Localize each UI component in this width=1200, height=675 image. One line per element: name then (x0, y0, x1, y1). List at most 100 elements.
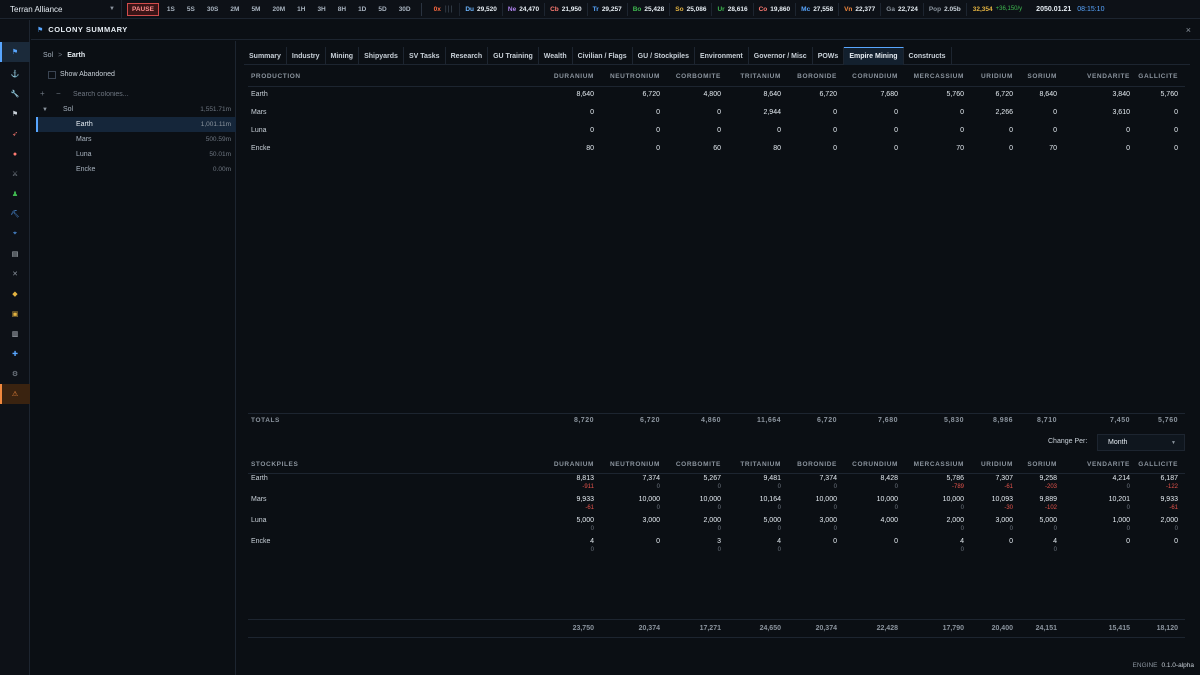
tab-governor-misc[interactable]: Governor / Misc (749, 47, 813, 65)
crossed-swords-icon[interactable]: ✕ (9, 268, 21, 280)
warning-icon[interactable]: ⚠ (9, 388, 21, 400)
column-header-mercassium: MERCASSIUM (913, 73, 964, 80)
breadcrumb-root[interactable]: Sol (43, 52, 53, 59)
tag-icon[interactable]: ◆ (9, 288, 21, 300)
remove-colony-button[interactable]: − (56, 89, 61, 98)
resource-abbr: Du (465, 5, 474, 13)
tab-constructs[interactable]: Constructs (904, 47, 952, 65)
pause-button[interactable]: PAUSE (127, 2, 159, 16)
delta-cell: -30 (1004, 505, 1013, 511)
gear-icon[interactable]: ⚙ (9, 368, 21, 380)
chevron-down-icon: ▼ (109, 6, 115, 12)
pickaxe-icon[interactable]: ⛏ (9, 208, 21, 220)
tab-civilian-flags[interactable]: Civilian / Flags (573, 47, 633, 65)
table-cell: 5,267 (703, 475, 721, 482)
delta-cell: 0 (717, 547, 721, 553)
table-row: Encke 4 0 0 3 0 4 0 0 0 4 0 0 4 0 0 0 (248, 538, 1185, 558)
row-label: Earth (251, 91, 268, 98)
delta-cell: 0 (777, 547, 781, 553)
tab-research[interactable]: Research (446, 47, 489, 65)
show-abandoned-checkbox[interactable] (48, 71, 56, 79)
speed-button-1d[interactable]: 1D (352, 3, 372, 16)
speed-button-1h[interactable]: 1H (291, 3, 311, 16)
divider (248, 86, 1185, 87)
speed-button-8h[interactable]: 8H (332, 3, 352, 16)
table-cell: 9,933 (576, 496, 594, 503)
divider (248, 619, 1185, 620)
column-header-sorium: SORIUM (1027, 461, 1057, 468)
speed-button-30d[interactable]: 30D (393, 3, 417, 16)
speed-button-5s[interactable]: 5S (181, 3, 201, 16)
resource-tr: Tr 29,257 (586, 2, 627, 16)
table-cell: 0 (1174, 109, 1178, 116)
resource-value: 22,724 (897, 5, 918, 13)
change-per-select[interactable]: Month ▼ (1097, 434, 1185, 451)
close-icon[interactable]: × (1186, 25, 1191, 35)
flag-small-icon[interactable]: ⚑ (9, 108, 21, 120)
resource-abbr: Vn (844, 5, 853, 13)
delta-cell: 0 (833, 484, 837, 490)
speed-button-2m[interactable]: 2M (224, 3, 245, 16)
anchor-icon[interactable]: ⚓ (9, 68, 21, 80)
expand-arrow-icon[interactable]: ▼ (42, 107, 48, 113)
tab-industry[interactable]: Industry (287, 47, 326, 65)
column-header-gallicite: GALLICITE (1138, 73, 1178, 80)
column-header-corbomite: CORBOMITE (675, 73, 721, 80)
table-cell: 9,889 (1039, 496, 1057, 503)
total-cell: 22,428 (876, 625, 898, 632)
colony-row-mars[interactable]: Mars 500.59m (36, 132, 236, 147)
swords-icon[interactable]: ⚔ (9, 168, 21, 180)
engine-label: ENGINE (1132, 662, 1158, 669)
tab-mining[interactable]: Mining (326, 47, 360, 65)
table-cell: 4,000 (880, 517, 898, 524)
flag-icon[interactable]: ⚑ (9, 46, 21, 58)
clipboard-icon[interactable]: ▤ (9, 248, 21, 260)
faction-name: Terran Alliance (10, 4, 63, 14)
speed-button-30s[interactable]: 30S (201, 3, 225, 16)
colony-row-earth[interactable]: Earth 1,001.11m (36, 117, 236, 132)
system-row-sol[interactable]: ▼ Sol 1,551.71m (36, 102, 236, 117)
tab-gu-training[interactable]: GU Training (488, 47, 539, 65)
resource-cb: Cb 21,950 (544, 2, 587, 16)
table-row: Earth 8,640 6,720 4,800 8,640 6,720 7,680 5,760… (248, 91, 1185, 104)
table-cell: 2,000 (946, 517, 964, 524)
box-icon[interactable]: ▣ (9, 308, 21, 320)
table-cell: 4,214 (1112, 475, 1130, 482)
colony-population: 500.59m (205, 136, 231, 143)
tab-environment[interactable]: Environment (695, 47, 749, 65)
tools-icon[interactable]: ✚ (9, 348, 21, 360)
wrench-icon[interactable]: 🔧 (9, 88, 21, 100)
tab-wealth[interactable]: Wealth (539, 47, 573, 65)
tab-summary[interactable]: Summary (244, 47, 287, 65)
table-cell: 2,944 (763, 109, 781, 116)
tab-sv-tasks[interactable]: SV Tasks (404, 47, 446, 65)
total-cell: 24,650 (759, 625, 781, 632)
table-cell: 4 (777, 538, 781, 545)
faction-selector[interactable]: Terran Alliance ▼ (0, 0, 122, 19)
tab-gu-stockpiles[interactable]: GU / Stockpiles (633, 47, 695, 65)
colony-row-luna[interactable]: Luna 50.01m (36, 147, 236, 162)
add-colony-button[interactable]: + (40, 89, 45, 98)
tab-shipyards[interactable]: Shipyards (359, 47, 404, 65)
delta-cell: 0 (1053, 547, 1057, 553)
tab-pows[interactable]: POWs (813, 47, 845, 65)
rocket-icon[interactable]: ➶ (9, 128, 21, 140)
table-header-label: STOCKPILES (251, 461, 299, 468)
table-cell: 0 (833, 538, 837, 545)
table-cell: 5,000 (763, 517, 781, 524)
speed-button-5m[interactable]: 5M (245, 3, 266, 16)
telescope-icon[interactable]: ⌖ (9, 228, 21, 240)
total-cell: 7,450 (1109, 417, 1130, 424)
speed-button-3h[interactable]: 3H (311, 3, 331, 16)
speed-button-5d[interactable]: 5D (372, 3, 392, 16)
tab-empire-mining[interactable]: Empire Mining (844, 47, 904, 65)
breadcrumb-current: Earth (67, 52, 86, 59)
list-icon[interactable]: ▥ (9, 328, 21, 340)
speed-button-1s[interactable]: 1S (161, 3, 181, 16)
speed-button-20m[interactable]: 20M (266, 3, 291, 16)
search-input[interactable] (73, 89, 223, 100)
person-icon[interactable]: ♟ (9, 188, 21, 200)
colony-row-encke[interactable]: Encke 0.00m (36, 162, 236, 177)
delta-cell: 0 (590, 547, 594, 553)
globe-icon[interactable]: ● (9, 148, 21, 160)
